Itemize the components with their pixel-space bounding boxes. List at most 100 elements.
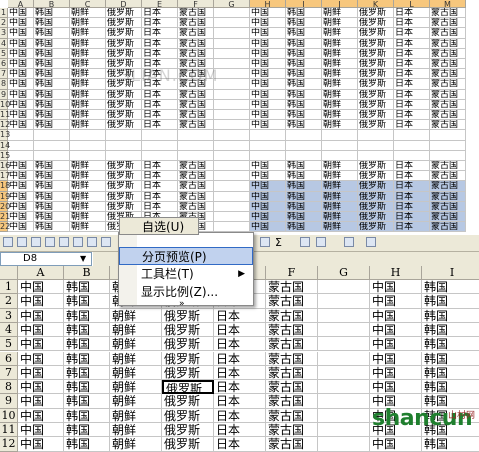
- table-cell[interactable]: 韩国: [422, 366, 479, 381]
- table-cell[interactable]: 韩国: [422, 323, 479, 338]
- top-cell[interactable]: 韩国: [286, 99, 322, 110]
- top-cell[interactable]: 朝鲜: [322, 222, 358, 232]
- top-cell[interactable]: 俄罗斯: [106, 191, 142, 202]
- top-cell[interactable]: [70, 140, 106, 151]
- table-cell[interactable]: 中国: [370, 294, 422, 309]
- table-cell[interactable]: 蒙古国: [266, 351, 318, 366]
- top-cell[interactable]: [8, 150, 34, 161]
- top-cell[interactable]: 俄罗斯: [106, 161, 142, 172]
- top-cell[interactable]: 俄罗斯: [106, 110, 142, 121]
- top-cell[interactable]: 蒙古国: [430, 191, 466, 202]
- top-cell[interactable]: 日本: [142, 18, 178, 29]
- row-header[interactable]: 9: [0, 394, 18, 409]
- row-header[interactable]: 12: [0, 437, 18, 452]
- top-row-header[interactable]: 13: [0, 130, 10, 141]
- top-row-header[interactable]: 22: [0, 222, 10, 232]
- top-cell[interactable]: [214, 110, 250, 121]
- top-cell[interactable]: 蒙古国: [430, 18, 466, 29]
- top-cell[interactable]: 中国: [250, 212, 286, 223]
- table-cell[interactable]: [318, 280, 370, 295]
- table-cell[interactable]: 朝鲜: [110, 394, 162, 409]
- top-cell[interactable]: [250, 130, 286, 141]
- top-cell[interactable]: 蒙古国: [178, 38, 214, 49]
- top-cell[interactable]: 蒙古国: [430, 161, 466, 172]
- sort-descending-icon[interactable]: [316, 237, 326, 247]
- table-cell[interactable]: 俄罗斯: [162, 337, 214, 352]
- top-cell[interactable]: [106, 130, 142, 141]
- top-cell[interactable]: 韩国: [34, 38, 70, 49]
- top-cell[interactable]: 韩国: [34, 212, 70, 223]
- top-cell[interactable]: 韩国: [286, 48, 322, 59]
- top-cell[interactable]: 蒙古国: [178, 89, 214, 100]
- top-cell[interactable]: 中国: [8, 59, 34, 70]
- top-cell[interactable]: 俄罗斯: [106, 171, 142, 182]
- top-cell[interactable]: [34, 140, 70, 151]
- top-cell[interactable]: 朝鲜: [70, 161, 106, 172]
- table-cell[interactable]: 韩国: [422, 437, 479, 452]
- table-cell[interactable]: 朝鲜: [110, 380, 162, 395]
- top-cell[interactable]: 俄罗斯: [106, 181, 142, 192]
- top-cell[interactable]: 中国: [8, 171, 34, 182]
- top-cell[interactable]: 朝鲜: [322, 171, 358, 182]
- top-cell[interactable]: 朝鲜: [322, 212, 358, 223]
- top-cell[interactable]: 中国: [250, 120, 286, 131]
- table-cell[interactable]: 中国: [370, 351, 422, 366]
- top-cell[interactable]: 俄罗斯: [358, 79, 394, 90]
- top-cell[interactable]: 朝鲜: [70, 212, 106, 223]
- top-cell[interactable]: [430, 140, 466, 151]
- top-cell[interactable]: 中国: [8, 69, 34, 80]
- top-cell[interactable]: 韩国: [34, 171, 70, 182]
- top-cell[interactable]: [214, 222, 250, 232]
- top-cell[interactable]: [358, 140, 394, 151]
- top-cell[interactable]: 朝鲜: [322, 89, 358, 100]
- top-cell[interactable]: 中国: [8, 99, 34, 110]
- top-cell[interactable]: 日本: [142, 99, 178, 110]
- select-all-corner[interactable]: [0, 266, 18, 280]
- top-cell[interactable]: 蒙古国: [178, 161, 214, 172]
- table-cell[interactable]: 韩国: [422, 280, 479, 295]
- top-cell[interactable]: 朝鲜: [322, 69, 358, 80]
- top-cell[interactable]: 蒙古国: [430, 171, 466, 182]
- table-cell[interactable]: 日本: [214, 394, 266, 409]
- top-cell[interactable]: 韩国: [286, 38, 322, 49]
- top-cell[interactable]: 蒙古国: [178, 191, 214, 202]
- top-cell[interactable]: 韩国: [34, 191, 70, 202]
- top-row-header[interactable]: 15: [0, 150, 10, 161]
- top-cell[interactable]: 日本: [142, 110, 178, 121]
- top-cell[interactable]: [214, 59, 250, 70]
- top-cell[interactable]: 日本: [394, 8, 430, 19]
- col-header[interactable]: A: [18, 266, 64, 280]
- table-cell[interactable]: 朝鲜: [110, 308, 162, 323]
- top-cell[interactable]: 俄罗斯: [358, 212, 394, 223]
- top-col-header[interactable]: A: [8, 0, 34, 9]
- top-cell[interactable]: 中国: [8, 212, 34, 223]
- top-cell[interactable]: 蒙古国: [178, 120, 214, 131]
- top-cell[interactable]: 朝鲜: [322, 48, 358, 59]
- top-cell[interactable]: 中国: [8, 181, 34, 192]
- top-cell[interactable]: 蒙古国: [430, 212, 466, 223]
- top-cell[interactable]: 朝鲜: [322, 79, 358, 90]
- top-cell[interactable]: [214, 79, 250, 90]
- top-cell[interactable]: [214, 28, 250, 39]
- top-cell[interactable]: [178, 130, 214, 141]
- top-cell[interactable]: 日本: [394, 89, 430, 100]
- top-cell[interactable]: [214, 181, 250, 192]
- table-cell[interactable]: 朝鲜: [110, 423, 162, 438]
- table-cell[interactable]: 中国: [370, 365, 422, 381]
- table-cell[interactable]: 俄罗斯: [162, 408, 214, 423]
- top-cell[interactable]: 中国: [250, 28, 286, 39]
- top-cell[interactable]: 俄罗斯: [358, 8, 394, 19]
- top-cell[interactable]: 朝鲜: [322, 110, 358, 121]
- top-cell[interactable]: 日本: [394, 18, 430, 29]
- top-cell[interactable]: 中国: [250, 18, 286, 29]
- table-cell[interactable]: [318, 365, 370, 381]
- top-cell[interactable]: 中国: [250, 201, 286, 212]
- top-cell[interactable]: 日本: [142, 181, 178, 192]
- top-cell[interactable]: 韩国: [34, 28, 70, 39]
- table-cell[interactable]: 俄罗斯: [162, 394, 214, 409]
- sort-ascending-icon[interactable]: [300, 237, 310, 247]
- top-cell[interactable]: 蒙古国: [430, 110, 466, 121]
- table-cell[interactable]: 朝鲜: [110, 322, 162, 338]
- top-cell[interactable]: 中国: [8, 201, 34, 212]
- top-cell[interactable]: 朝鲜: [70, 110, 106, 121]
